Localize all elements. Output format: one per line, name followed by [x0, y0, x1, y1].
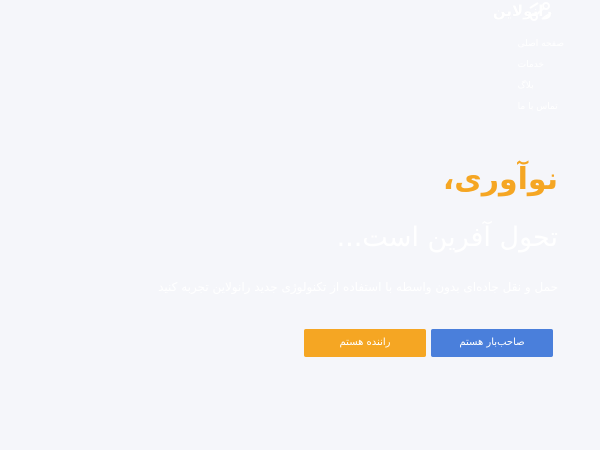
hero-description: حمل و نقل جاده‌ای بدون واسطه با استفاده …: [158, 280, 558, 294]
brand-name: رانولاین: [492, 2, 552, 20]
nav-item-blog[interactable]: بلاگ: [518, 76, 534, 97]
hero-subtitle: تحول آفرین است...: [336, 222, 558, 253]
nav-item-home[interactable]: صفحه اصلی: [518, 34, 564, 55]
driver-button[interactable]: راننده هستم: [304, 329, 426, 357]
main-nav: صفحه اصلی خدمات بلاگ تماس با ما: [518, 34, 564, 118]
cargo-owner-button[interactable]: صاحب‌بار هستم: [431, 329, 553, 357]
nav-item-contact[interactable]: تماس با ما: [518, 97, 558, 118]
nav-item-services[interactable]: خدمات: [518, 55, 544, 76]
hero-title: نوآوری،: [442, 162, 558, 197]
landing-page: رانولاین صفحه اصلی خدمات بلاگ تماس با ما…: [0, 0, 600, 450]
brand-logo[interactable]: رانولاین: [493, 2, 552, 20]
